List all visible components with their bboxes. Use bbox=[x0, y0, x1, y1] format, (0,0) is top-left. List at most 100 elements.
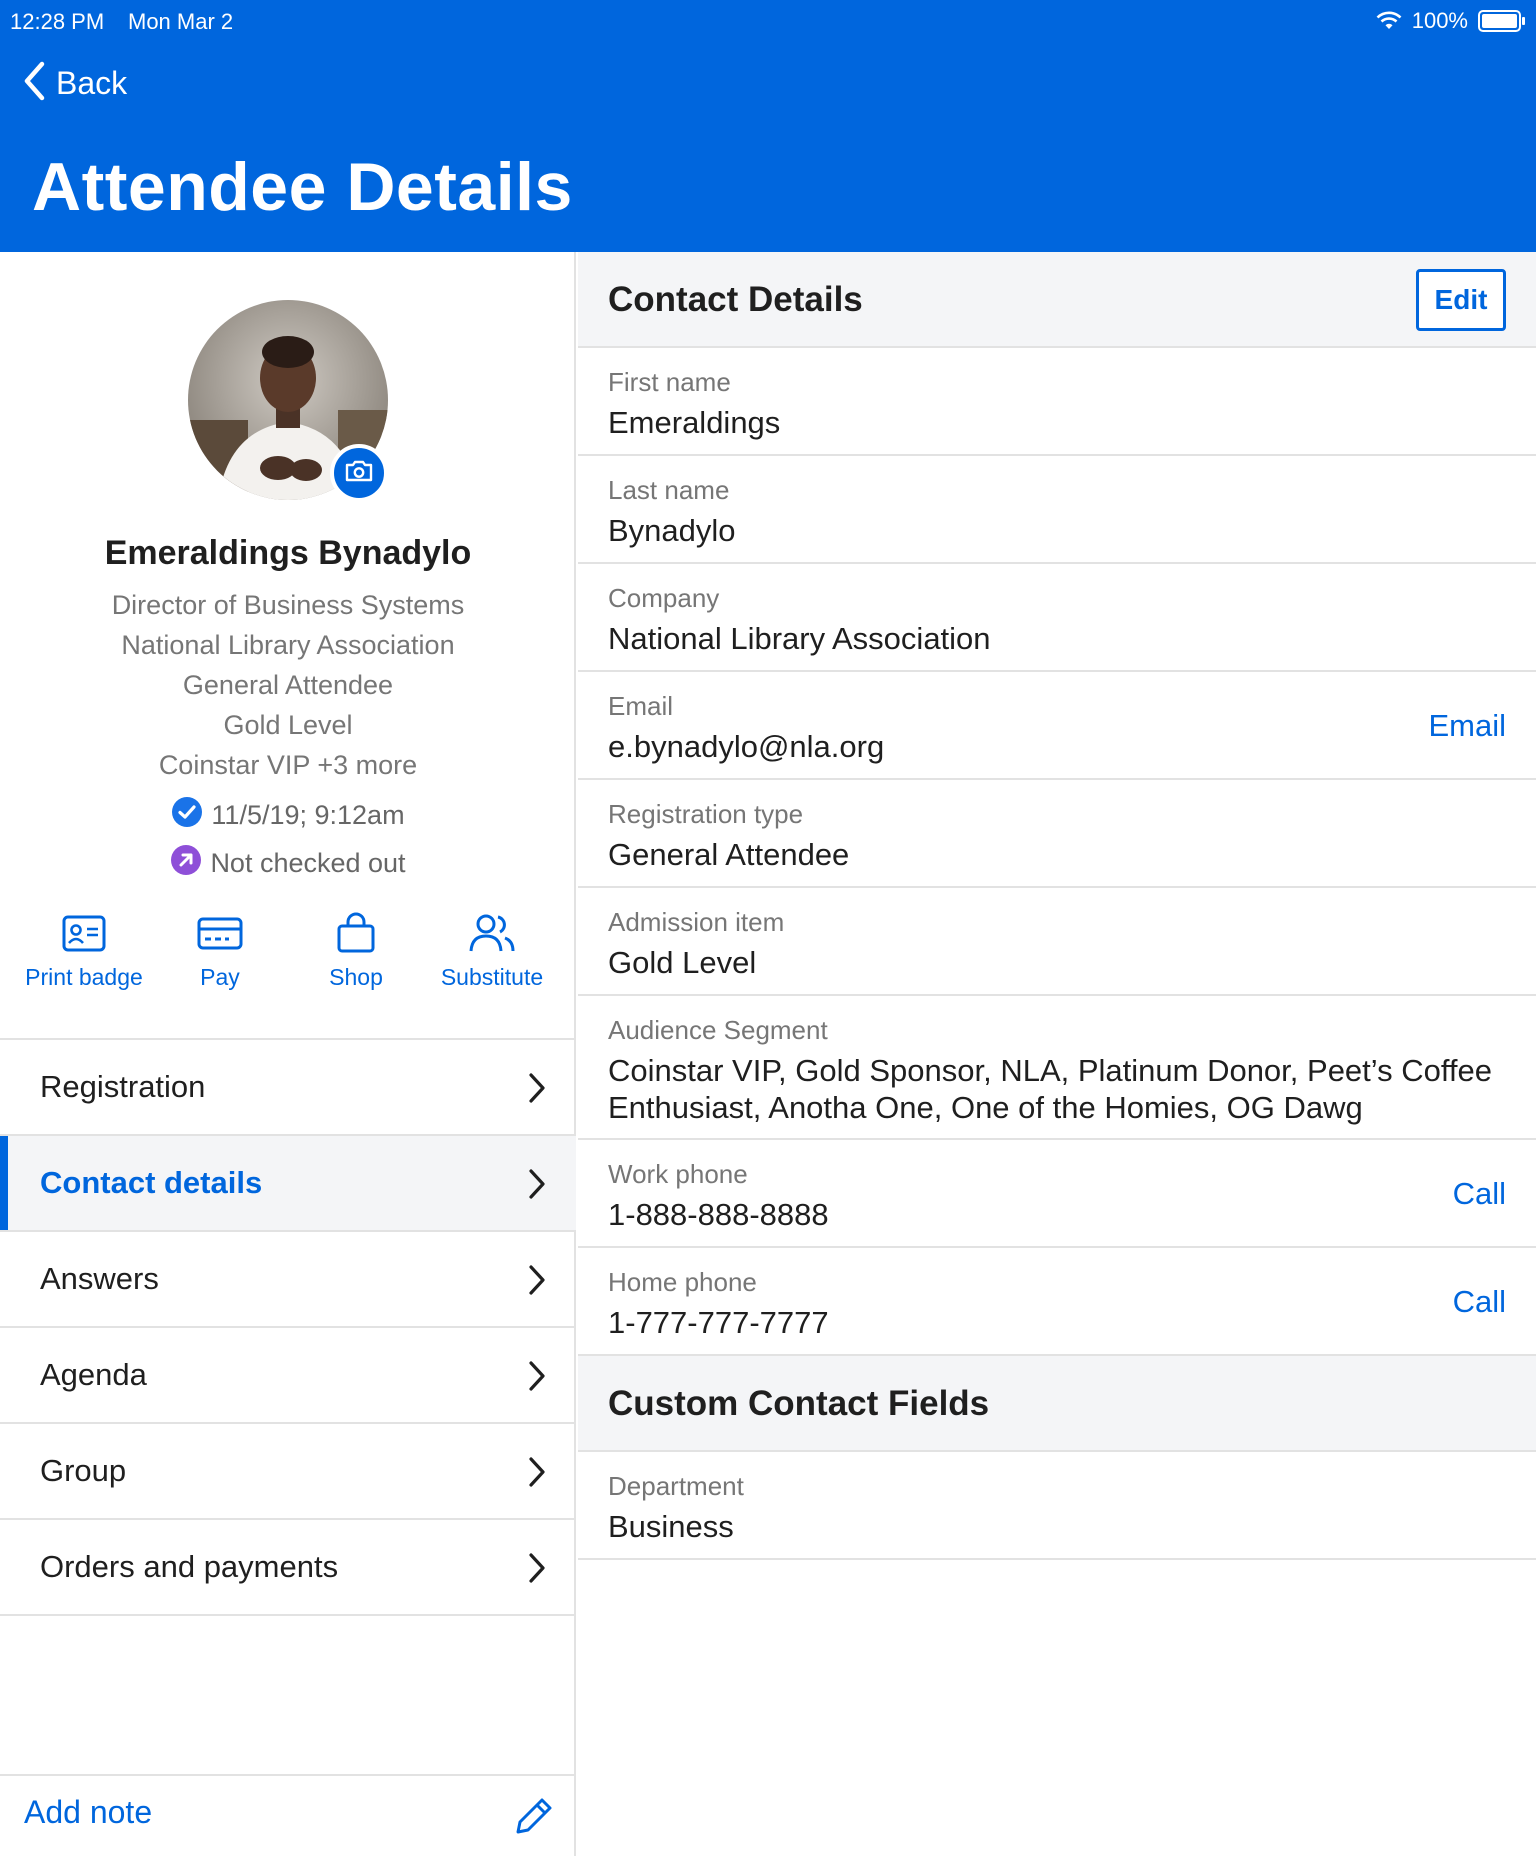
status-bar: 12:28 PM Mon Mar 2 100% bbox=[0, 0, 1536, 44]
attendee-company: National Library Association bbox=[121, 630, 455, 660]
field-value: National Library Association bbox=[608, 621, 991, 656]
checkout-arrow-icon bbox=[170, 844, 202, 883]
nav-item-group[interactable]: Group bbox=[0, 1424, 576, 1520]
attendee-registration-type: General Attendee bbox=[182, 670, 394, 700]
badge-icon bbox=[12, 912, 156, 954]
nav-item-label: Group bbox=[40, 1453, 127, 1488]
chevron-right-icon bbox=[528, 1360, 546, 1400]
check-in-time: 11/5/19; 9:12am bbox=[211, 800, 405, 830]
check-out-text: Not checked out bbox=[210, 848, 406, 878]
call-home-link[interactable]: Call bbox=[1453, 1284, 1506, 1320]
email-link[interactable]: Email bbox=[1428, 708, 1506, 744]
field-label: Email bbox=[608, 691, 674, 721]
field-label: Last name bbox=[608, 475, 730, 505]
print-badge-label: Print badge bbox=[25, 964, 143, 990]
back-label: Back bbox=[56, 65, 128, 101]
contact-details-panel: Contact Details Edit First name Emeraldi… bbox=[578, 252, 1536, 1856]
field-email: Email e.bynadylo@nla.org Email bbox=[578, 672, 1536, 780]
credit-card-icon bbox=[148, 912, 292, 954]
field-value: Emeraldings bbox=[608, 405, 781, 440]
field-value: General Attendee bbox=[608, 837, 850, 872]
status-date: Mon Mar 2 bbox=[128, 9, 234, 34]
nav-item-orders-and-payments[interactable]: Orders and payments bbox=[0, 1520, 576, 1616]
field-value: Bynadylo bbox=[608, 513, 736, 548]
battery-icon bbox=[1478, 10, 1526, 32]
add-note-button[interactable]: Add note bbox=[24, 1794, 152, 1831]
nav-item-contact-details[interactable]: Contact details bbox=[0, 1136, 576, 1232]
field-label: Admission item bbox=[608, 907, 785, 937]
nav-item-label: Answers bbox=[40, 1261, 159, 1296]
field-label: Work phone bbox=[608, 1159, 748, 1189]
contact-details-header: Contact Details Edit bbox=[578, 252, 1536, 348]
shop-button[interactable]: Shop bbox=[284, 912, 428, 991]
field-label: Home phone bbox=[608, 1267, 757, 1297]
chevron-right-icon bbox=[528, 1552, 546, 1592]
attendee-name: Emeraldings Bynadylo bbox=[104, 534, 472, 572]
check-out-status: Not checked out bbox=[0, 844, 576, 883]
attendee-summary-panel: Emeraldings Bynadylo Director of Busines… bbox=[0, 252, 576, 1856]
action-bar: Print badge Pay Shop Substitute bbox=[0, 912, 576, 1022]
edit-button[interactable]: Edit bbox=[1416, 269, 1506, 331]
field-label: Audience Segment bbox=[608, 1015, 828, 1045]
field-audience-segment: Audience Segment Coinstar VIP, Gold Spon… bbox=[578, 996, 1536, 1140]
call-work-link[interactable]: Call bbox=[1453, 1176, 1506, 1212]
users-icon bbox=[420, 912, 564, 954]
field-department: Department Business bbox=[578, 1452, 1536, 1560]
chevron-right-icon bbox=[528, 1072, 546, 1112]
pay-button[interactable]: Pay bbox=[148, 912, 292, 991]
attendee-segments: Coinstar VIP +3 more bbox=[158, 750, 418, 780]
field-registration-type: Registration type General Attendee bbox=[578, 780, 1536, 888]
chevron-right-icon bbox=[528, 1168, 546, 1208]
field-admission-item: Admission item Gold Level bbox=[578, 888, 1536, 996]
field-value: Gold Level bbox=[608, 945, 757, 980]
print-badge-button[interactable]: Print badge bbox=[12, 912, 156, 991]
wifi-icon bbox=[1376, 11, 1402, 31]
page-title: Attendee Details bbox=[32, 149, 573, 225]
pay-label: Pay bbox=[200, 964, 240, 990]
section-title: Custom Contact Fields bbox=[608, 1384, 990, 1423]
back-button[interactable]: Back bbox=[22, 60, 127, 107]
field-label: Department bbox=[608, 1471, 744, 1501]
field-value: Coinstar VIP, Gold Sponsor, NLA, Platinu… bbox=[608, 1053, 1492, 1125]
chevron-right-icon bbox=[528, 1456, 546, 1496]
camera-icon bbox=[344, 459, 374, 488]
attendee-admission: Gold Level bbox=[223, 710, 353, 740]
field-first-name: First name Emeraldings bbox=[578, 348, 1536, 456]
custom-fields-header: Custom Contact Fields bbox=[578, 1356, 1536, 1452]
nav-item-agenda[interactable]: Agenda bbox=[0, 1328, 576, 1424]
field-label: Registration type bbox=[608, 799, 804, 829]
field-home-phone: Home phone 1-777-777-7777 Call bbox=[578, 1248, 1536, 1356]
section-nav: Registration Contact details Answers Age… bbox=[0, 1038, 576, 1616]
substitute-button[interactable]: Substitute bbox=[420, 912, 564, 991]
shopping-bag-icon bbox=[284, 912, 428, 954]
nav-item-label: Agenda bbox=[40, 1357, 147, 1392]
chevron-right-icon bbox=[528, 1264, 546, 1304]
check-circle-icon bbox=[171, 796, 203, 835]
field-value: e.bynadylo@nla.org bbox=[608, 729, 885, 764]
change-photo-button[interactable] bbox=[330, 444, 388, 502]
field-value: 1-777-777-7777 bbox=[608, 1305, 829, 1340]
chevron-left-icon bbox=[22, 60, 46, 107]
field-value: 1-888-888-8888 bbox=[608, 1197, 829, 1232]
field-last-name: Last name Bynadylo bbox=[578, 456, 1536, 564]
battery-percent: 100% bbox=[1411, 8, 1468, 33]
status-indicators: 100% bbox=[1376, 8, 1526, 34]
substitute-label: Substitute bbox=[440, 964, 544, 990]
add-note-bar: Add note bbox=[0, 1774, 576, 1856]
attendee-job-title: Director of Business Systems bbox=[111, 590, 465, 620]
nav-item-label: Orders and payments bbox=[40, 1549, 339, 1584]
section-title: Contact Details bbox=[608, 280, 863, 319]
field-label: First name bbox=[608, 367, 731, 397]
app-header: 12:28 PM Mon Mar 2 100% Back Attendee De… bbox=[0, 0, 1536, 252]
nav-item-label: Registration bbox=[40, 1069, 206, 1104]
check-in-status: 11/5/19; 9:12am bbox=[0, 796, 576, 835]
nav-item-registration[interactable]: Registration bbox=[0, 1040, 576, 1136]
status-time: 12:28 PM bbox=[10, 9, 105, 34]
field-label: Company bbox=[608, 583, 720, 613]
nav-item-answers[interactable]: Answers bbox=[0, 1232, 576, 1328]
nav-item-label: Contact details bbox=[40, 1165, 263, 1200]
field-value: Business bbox=[608, 1509, 734, 1544]
shop-label: Shop bbox=[329, 964, 383, 990]
pencil-icon[interactable] bbox=[512, 1794, 556, 1843]
field-company: Company National Library Association bbox=[578, 564, 1536, 672]
